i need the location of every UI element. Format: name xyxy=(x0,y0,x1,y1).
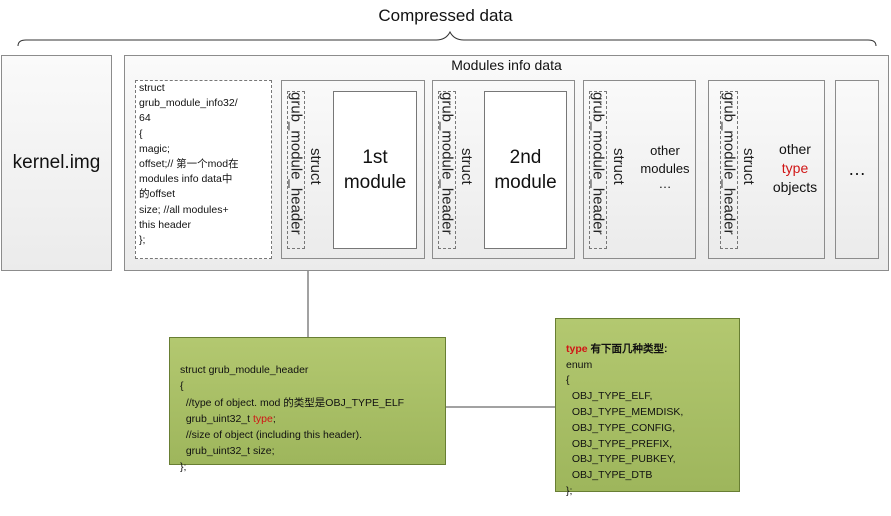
struct-info-line: offset;// 第一个mod在 xyxy=(139,158,239,171)
struct-info-line: this header xyxy=(139,218,191,231)
module-2-box: 2nd module xyxy=(484,91,567,249)
header-note-line5: //size of object (including this header)… xyxy=(180,429,363,442)
header-note-type: type xyxy=(252,412,273,425)
module-header-2-struct: struct xyxy=(458,148,475,185)
struct-info-lines: struct grub_module_info32/64 { magic; offset… xyxy=(139,81,268,248)
struct-info-line: modules info data中 xyxy=(139,173,233,186)
module-header-2-label: grub_module_header xyxy=(438,92,456,235)
module-header-3: grub_module_header xyxy=(589,91,607,249)
header-note-line7: }; xyxy=(180,461,187,474)
module-header-3-struct: struct xyxy=(610,148,627,185)
struct-info-line: size; //all modules+ xyxy=(139,203,229,216)
type-note-title: type 有下面几种类型: xyxy=(566,342,729,358)
module-1-line2: module xyxy=(343,172,407,193)
other-type-line3: objects xyxy=(772,179,818,195)
other-type-label: other type objects xyxy=(766,140,824,197)
module-header-4-label: grub_module_header xyxy=(720,92,738,235)
type-note-line: }; xyxy=(566,484,573,497)
module-header-1: grub_module_header xyxy=(287,91,305,249)
kernel-img-box: kernel.img xyxy=(1,55,112,271)
other-type-line2: type xyxy=(781,160,809,176)
compressed-data-brace xyxy=(17,30,877,47)
type-note-line: OBJ_TYPE_PREFIX, xyxy=(566,437,673,450)
type-note-line: OBJ_TYPE_CONFIG, xyxy=(566,421,676,434)
module-1-box: 1st module xyxy=(333,91,417,249)
module-header-4: grub_module_header xyxy=(720,91,738,249)
type-enum-note: type 有下面几种类型: enum{ OBJ_TYPE_ELF, OBJ_TYP… xyxy=(555,318,740,497)
module-2-line2: module xyxy=(494,172,557,193)
type-note-title-rest: 有下面几种类型: xyxy=(587,342,668,355)
struct-info-line: magic; xyxy=(139,142,170,155)
type-note-line: { xyxy=(566,374,570,387)
module-header-1-struct: struct xyxy=(307,148,324,185)
module-header-1-label: grub_module_header xyxy=(287,92,305,235)
other-modules-label: other modules … xyxy=(636,142,694,190)
module-header-note: struct grub_module_header { //type of obj… xyxy=(169,337,446,473)
type-note-line: enum xyxy=(566,358,593,371)
header-note-line3: //type of object. mod 的类型是OBJ_TYPE_ELF xyxy=(180,396,405,409)
struct-info-line: }; xyxy=(139,234,146,247)
type-note-title-red: type xyxy=(566,342,588,355)
kernel-img-label: kernel.img xyxy=(12,152,101,173)
header-note-line4: grub_uint32_t type; xyxy=(180,411,435,427)
struct-info-box: struct grub_module_info32/64 { magic; offset… xyxy=(135,80,272,259)
header-note-line1: struct grub_module_header xyxy=(180,364,309,377)
header-note-line6: grub_uint32_t size; xyxy=(180,445,275,458)
header-note-line4-pre: grub_uint32_t xyxy=(180,412,253,425)
type-note-line: OBJ_TYPE_MEMDISK, xyxy=(566,405,684,418)
modules-info-title: Modules info data xyxy=(451,57,562,73)
module-header-2: grub_module_header xyxy=(438,91,456,249)
header-note-line2: { xyxy=(180,380,184,393)
type-note-line: OBJ_TYPE_DTB xyxy=(566,469,653,482)
module-2-line1: 2nd xyxy=(509,147,542,168)
ellipsis-label: … xyxy=(848,159,866,179)
compressed-data-title: Compressed data xyxy=(378,6,513,25)
other-modules-line1: other xyxy=(650,143,680,158)
other-modules-line3: … xyxy=(658,176,672,191)
header-note-line4-post: ; xyxy=(272,412,276,425)
module-1-line1: 1st xyxy=(362,147,388,168)
other-type-line1: other xyxy=(779,141,811,157)
module-header-3-label: grub_module_header xyxy=(589,92,607,235)
struct-info-line: { xyxy=(139,127,143,140)
ellipsis-group: … xyxy=(835,80,879,259)
type-note-lines: enum { OBJ_TYPE_ELF, OBJ_TYPE_MEMDISK, OB… xyxy=(566,358,729,500)
struct-info-line: grub_module_info32/ xyxy=(139,97,238,110)
module-header-4-struct: struct xyxy=(740,148,757,185)
struct-info-line: 的offset xyxy=(139,188,175,201)
type-note-line: OBJ_TYPE_ELF, xyxy=(566,390,653,403)
struct-info-line: struct xyxy=(139,82,165,94)
type-note-line: OBJ_TYPE_PUBKEY, xyxy=(566,453,676,466)
struct-info-line: 64 xyxy=(139,112,151,125)
